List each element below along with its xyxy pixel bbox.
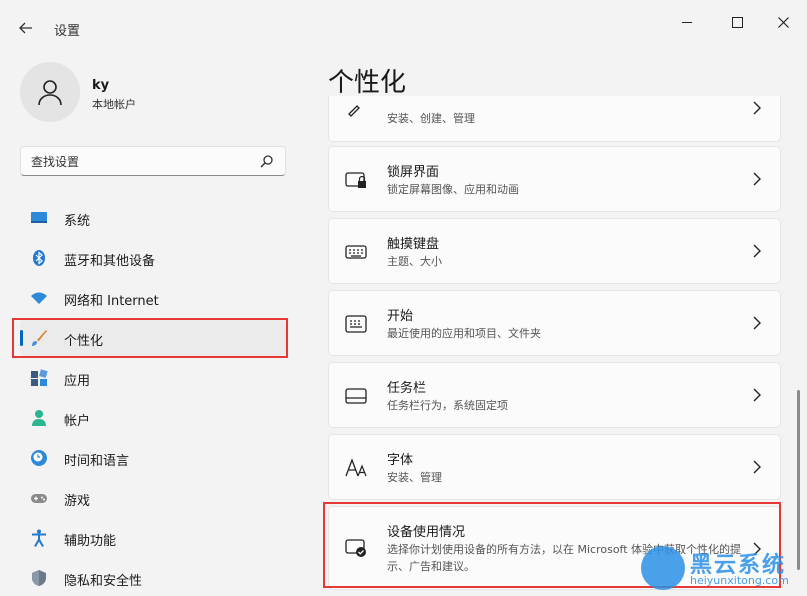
- sidebar-item-label: 网络和 Internet: [64, 294, 159, 309]
- card-subtitle: 主题、大小: [387, 255, 442, 268]
- sidebar-item-bluetooth[interactable]: 蓝牙和其他设备: [20, 240, 286, 276]
- maximize-button[interactable]: [714, 8, 760, 36]
- card-subtitle: 最近使用的应用和项目、文件夹: [387, 327, 541, 340]
- card-subtitle: 任务栏行为，系统固定项: [387, 399, 508, 412]
- person-icon: [38, 80, 62, 106]
- scrollbar[interactable]: [797, 390, 800, 570]
- sidebar-item-time-language[interactable]: 时间和语言: [20, 440, 286, 476]
- gamepad-icon: [31, 494, 47, 503]
- search-input[interactable]: [31, 153, 251, 171]
- sidebar-item-label: 时间和语言: [64, 454, 130, 469]
- keyboard-icon: [345, 245, 367, 259]
- card-start[interactable]: 开始 最近使用的应用和项目、文件夹: [328, 290, 781, 356]
- sidebar-item-apps[interactable]: 应用: [20, 360, 286, 396]
- card-taskbar[interactable]: 任务栏 任务栏行为，系统固定项: [328, 362, 781, 428]
- lock-screen-icon: [345, 172, 366, 188]
- sidebar-item-label: 辅助功能: [64, 534, 117, 549]
- shield-icon: [32, 570, 46, 586]
- card-fonts[interactable]: 字体 安装、管理: [328, 434, 781, 500]
- chevron-right-icon: [753, 388, 761, 402]
- search-icon: [260, 155, 273, 168]
- sidebar-item-accessibility[interactable]: 辅助功能: [20, 520, 286, 556]
- clock-globe-icon: [31, 450, 47, 466]
- avatar[interactable]: [20, 62, 80, 122]
- wifi-icon: [31, 292, 47, 304]
- chevron-right-icon: [753, 316, 761, 330]
- sidebar-item-accounts[interactable]: 帐户: [20, 400, 286, 436]
- minimize-icon: [682, 21, 692, 23]
- card-title: 锁屏界面: [387, 165, 440, 180]
- watermark-url: heiyunxitong.com: [690, 574, 789, 587]
- close-button[interactable]: [760, 8, 806, 36]
- sidebar-item-label: 系统: [64, 214, 91, 229]
- sidebar-item-label: 蓝牙和其他设备: [64, 254, 156, 269]
- maximize-icon: [731, 16, 743, 28]
- card-subtitle: 锁定屏幕图像、应用和动画: [387, 183, 519, 196]
- card-subtitle: 安装、创建、管理: [387, 112, 475, 125]
- search-box[interactable]: [20, 146, 286, 176]
- card-lock-screen[interactable]: 锁屏界面 锁定屏幕图像、应用和动画: [328, 146, 781, 212]
- card-touch-keyboard[interactable]: 触摸键盘 主题、大小: [328, 218, 781, 284]
- sidebar-item-system[interactable]: 系统: [20, 200, 286, 236]
- card-title: 触摸键盘: [387, 237, 440, 252]
- highlight-box: [12, 318, 288, 358]
- watermark-logo: [641, 546, 685, 590]
- font-icon: [345, 458, 367, 477]
- chevron-right-icon: [753, 244, 761, 258]
- person-icon: [32, 410, 46, 426]
- sidebar-item-label: 帐户: [64, 414, 91, 429]
- sidebar-item-label: 应用: [64, 374, 91, 389]
- card-title: 字体: [387, 453, 414, 468]
- close-icon: [777, 16, 789, 28]
- sidebar-item-label: 隐私和安全性: [64, 574, 143, 589]
- sidebar-item-privacy[interactable]: 隐私和安全性: [20, 560, 286, 596]
- chevron-right-icon: [753, 460, 761, 474]
- title-bar: 设置: [0, 0, 807, 44]
- app-title: 设置: [54, 24, 81, 39]
- sidebar-item-network[interactable]: 网络和 Internet: [20, 280, 286, 316]
- back-button[interactable]: [12, 14, 40, 42]
- account-type: 本地帐户: [92, 98, 136, 111]
- monitor-icon: [31, 212, 47, 223]
- card-pen[interactable]: 安装、创建、管理: [328, 96, 781, 142]
- card-title: 任务栏: [387, 381, 427, 396]
- taskbar-icon: [345, 388, 367, 404]
- arrow-left-icon: [19, 22, 32, 34]
- apps-icon: [31, 369, 48, 386]
- chevron-right-icon: [753, 101, 761, 115]
- bluetooth-icon: [33, 250, 45, 266]
- chevron-right-icon: [753, 172, 761, 186]
- sidebar-item-gaming[interactable]: 游戏: [20, 480, 286, 516]
- pen-icon: [348, 105, 360, 117]
- sidebar-item-label: 游戏: [64, 494, 91, 509]
- start-icon: [345, 315, 367, 333]
- accessibility-icon: [32, 529, 46, 547]
- user-name: ky: [92, 78, 110, 93]
- card-subtitle: 安装、管理: [387, 471, 442, 484]
- page-title: 个性化: [328, 68, 407, 98]
- minimize-button[interactable]: [664, 8, 710, 36]
- card-title: 开始: [387, 309, 414, 324]
